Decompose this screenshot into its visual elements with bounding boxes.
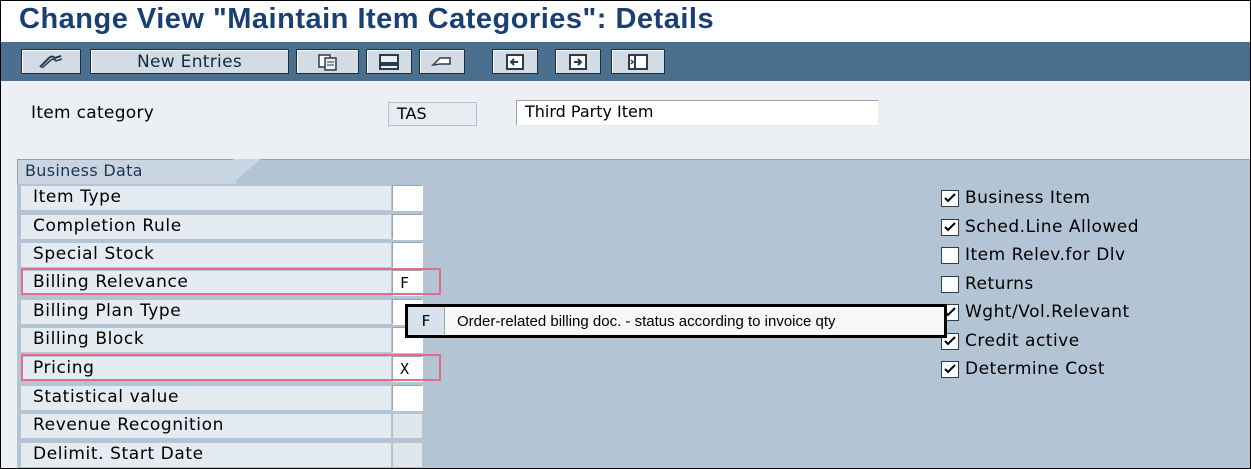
- next-entry-button[interactable]: [555, 49, 601, 74]
- undo-icon: [430, 53, 454, 71]
- special-stock-input[interactable]: [392, 242, 423, 268]
- sched-line-allowed-checkbox[interactable]: [941, 218, 959, 236]
- determine-cost-checkbox-row[interactable]: Determine Cost: [941, 357, 1105, 381]
- change-display-icon: [37, 53, 65, 71]
- details-screen: Item category TAS Third Party Item Busin…: [1, 81, 1250, 468]
- credit-active-checkbox-row[interactable]: Credit active: [941, 329, 1080, 353]
- statistical-value-label: Statistical value: [33, 387, 180, 407]
- item-relev-dlv-checkbox[interactable]: [941, 246, 959, 264]
- credit-active-label: Credit active: [965, 331, 1080, 351]
- item-category-code-field[interactable]: TAS: [388, 102, 477, 126]
- item-relev-dlv-label: Item Relev.for Dlv: [965, 245, 1126, 265]
- previous-entry-icon: [504, 53, 526, 71]
- copy-icon: [317, 53, 339, 71]
- tooltip-text: Order-related billing doc. - status acco…: [457, 312, 836, 330]
- item-category-label: Item category: [31, 103, 155, 123]
- field-label-completion-rule: Completion Rule: [21, 215, 391, 240]
- change-display-button[interactable]: [21, 49, 81, 74]
- tooltip-key: F: [408, 307, 445, 335]
- save-button[interactable]: [366, 49, 412, 74]
- delimit-start-date-label: Delimit. Start Date: [33, 444, 204, 464]
- next-entry-icon: [567, 53, 589, 71]
- sap-window: Change View "Maintain Item Categories": …: [0, 0, 1251, 469]
- sched-line-allowed-checkbox-row[interactable]: Sched.Line Allowed: [941, 215, 1139, 239]
- pricing-highlight: [21, 354, 441, 381]
- completion-rule-input[interactable]: [392, 214, 423, 240]
- undo-button[interactable]: [419, 49, 465, 74]
- business-item-checkbox[interactable]: [941, 189, 959, 207]
- revenue-recognition-label: Revenue Recognition: [33, 415, 224, 435]
- billing-block-label: Billing Block: [33, 329, 145, 349]
- business-item-label: Business Item: [965, 188, 1091, 208]
- field-label-billing-block: Billing Block: [21, 328, 391, 353]
- returns-label: Returns: [965, 274, 1034, 294]
- item-type-input[interactable]: [392, 185, 423, 211]
- business-data-tab-edge: [233, 159, 261, 183]
- checkmark-icon: [944, 364, 956, 374]
- field-label-item-type: Item Type: [21, 186, 391, 211]
- checkmark-icon: [944, 193, 956, 203]
- wght-vol-relevant-label: Wght/Vol.Relevant: [965, 302, 1130, 322]
- field-label-delimit-start-date: Delimit. Start Date: [21, 443, 391, 468]
- delimit-start-date-input[interactable]: [392, 442, 423, 468]
- other-entry-button[interactable]: [611, 49, 665, 74]
- determine-cost-checkbox[interactable]: [941, 360, 959, 378]
- business-data-title: Business Data: [25, 161, 143, 180]
- field-label-statistical-value: Statistical value: [21, 386, 391, 411]
- statistical-value-input[interactable]: [392, 385, 423, 411]
- revenue-recognition-input[interactable]: [392, 413, 423, 439]
- completion-rule-label: Completion Rule: [33, 216, 182, 236]
- copy-as-button[interactable]: [296, 49, 359, 74]
- field-label-revenue-recognition: Revenue Recognition: [21, 414, 391, 439]
- returns-checkbox[interactable]: [941, 275, 959, 293]
- sched-line-allowed-label: Sched.Line Allowed: [965, 217, 1140, 237]
- application-toolbar: New Entries: [1, 42, 1250, 81]
- other-entry-icon: [626, 53, 650, 71]
- billing-plan-type-label: Billing Plan Type: [33, 301, 182, 321]
- returns-checkbox-row[interactable]: Returns: [941, 272, 1034, 296]
- item-type-label: Item Type: [33, 187, 122, 207]
- item-category-description-field[interactable]: Third Party Item: [516, 100, 879, 126]
- special-stock-label: Special Stock: [33, 244, 155, 264]
- field-label-special-stock: Special Stock: [21, 243, 391, 268]
- field-label-billing-plan-type: Billing Plan Type: [21, 300, 391, 325]
- determine-cost-label: Determine Cost: [965, 359, 1106, 379]
- checkmark-icon: [944, 222, 956, 232]
- business-item-checkbox-row[interactable]: Business Item: [941, 186, 1091, 210]
- wght-vol-relevant-checkbox-row[interactable]: Wght/Vol.Relevant: [941, 300, 1130, 324]
- previous-entry-button[interactable]: [492, 49, 538, 74]
- page-title: Change View "Maintain Item Categories": …: [19, 3, 715, 35]
- item-relev-dlv-checkbox-row[interactable]: Item Relev.for Dlv: [941, 243, 1126, 267]
- save-icon: [378, 53, 400, 71]
- billing-relevance-highlight: [21, 268, 441, 295]
- billing-relevance-tooltip: F Order-related billing doc. - status ac…: [405, 304, 947, 338]
- new-entries-button[interactable]: New Entries: [90, 49, 289, 74]
